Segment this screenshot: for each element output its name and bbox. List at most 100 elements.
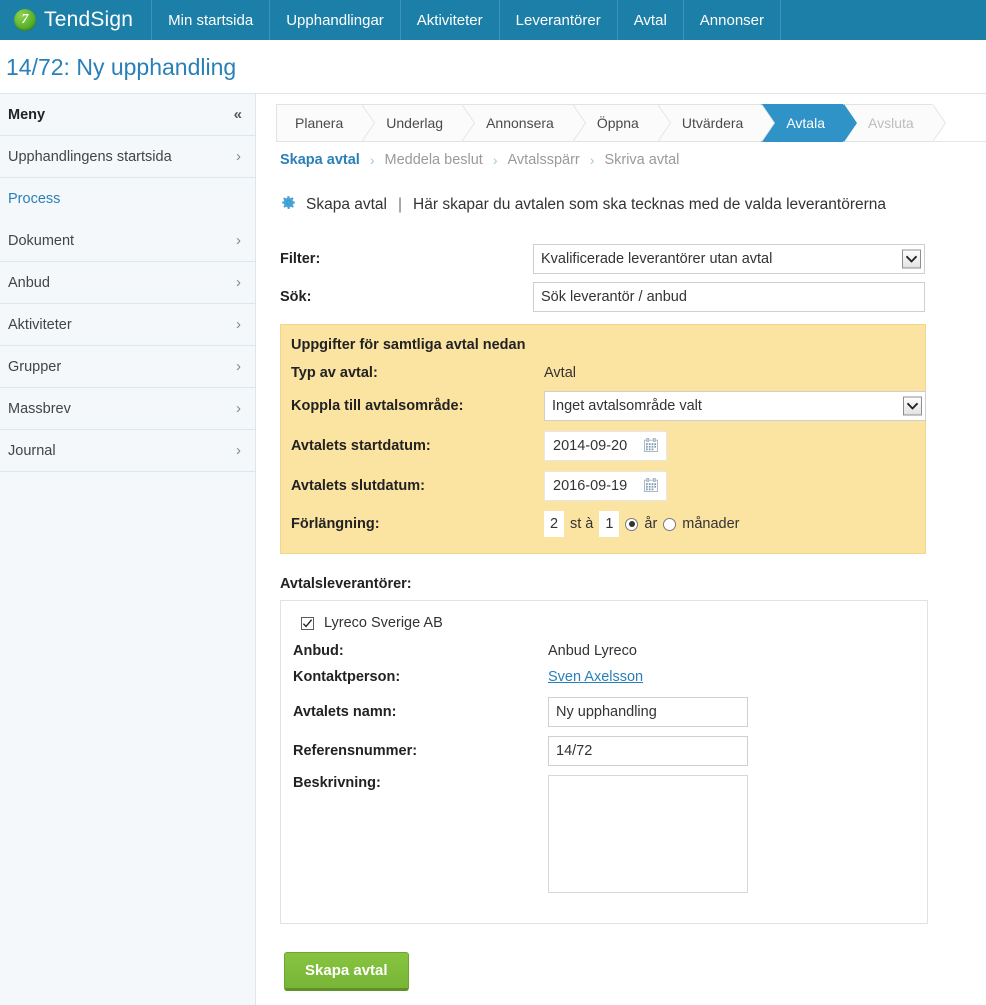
sidebar-item-dokument[interactable]: Dokument › — [0, 220, 255, 262]
contract-area-select[interactable]: Inget avtalsområde valt — [544, 391, 926, 421]
chevron-right-icon: › — [589, 152, 595, 168]
supplier-panel: Lyreco Sverige AB Anbud: Anbud Lyreco Ko… — [280, 600, 928, 924]
section-heading-title: Skapa avtal — [306, 196, 387, 213]
process-step-underlag[interactable]: Underlag — [361, 104, 475, 142]
chevron-right-icon: › — [492, 152, 498, 168]
process-steps: Planera Underlag Annonsera Öppna Utvärde… — [276, 104, 986, 142]
reference-number-label: Referensnummer: — [293, 743, 418, 759]
process-substeps: Skapa avtal › Meddela beslut › Avtalsspä… — [276, 141, 986, 178]
contract-name-label: Avtalets namn: — [293, 704, 397, 720]
nav-item-upphandlingar[interactable]: Upphandlingar — [269, 0, 400, 40]
top-navigation-bar: TendSign Min startsida Upphandlingar Akt… — [0, 0, 986, 40]
extension-unit-months-label: månader — [682, 516, 740, 532]
contract-name-row: Avtalets namn: — [293, 697, 915, 727]
nav-item-avtal[interactable]: Avtal — [616, 0, 683, 40]
reference-number-input[interactable] — [548, 736, 748, 766]
extension-unit-years-radio[interactable] — [625, 517, 639, 531]
sidebar-item-label: Process — [8, 191, 61, 207]
filter-row: Filter: Kvalificerade leverantörer utan … — [280, 244, 986, 274]
start-date-value: 2014-09-20 — [553, 438, 628, 454]
page-body: Meny « Upphandlingens startsida › Proces… — [0, 93, 986, 1005]
contact-label: Kontaktperson: — [293, 668, 401, 685]
brand-logo-link[interactable]: TendSign — [0, 0, 151, 40]
common-contract-data-panel: Uppgifter för samtliga avtal nedan Typ a… — [280, 324, 926, 554]
substep-avtalssparr: Avtalsspärr — [507, 152, 580, 168]
contract-type-row: Typ av avtal: Avtal — [291, 365, 915, 381]
description-label: Beskrivning: — [293, 775, 381, 791]
bid-label: Anbud: — [293, 643, 344, 659]
extension-label: Förlängning: — [291, 516, 380, 532]
contact-person-link[interactable]: Sven Axelsson — [548, 669, 643, 685]
substep-meddela-beslut: Meddela beslut — [384, 152, 483, 168]
filter-label: Filter: — [280, 251, 321, 267]
filter-select[interactable]: Kvalificerade leverantörer utan avtal — [533, 244, 925, 274]
end-date-value: 2016-09-19 — [553, 478, 628, 494]
nav-item-min-startsida[interactable]: Min startsida — [151, 0, 269, 40]
contact-row: Kontaktperson: Sven Axelsson — [293, 668, 915, 686]
start-date-field[interactable]: 2014-09-20 — [544, 431, 667, 461]
nav-item-annonser[interactable]: Annonser — [682, 0, 781, 40]
sidebar-item-upphandlingens-startsida[interactable]: Upphandlingens startsida › — [0, 136, 255, 178]
calendar-icon[interactable] — [644, 477, 658, 495]
sidebar-header-label: Meny — [8, 106, 46, 123]
search-input[interactable] — [533, 282, 925, 312]
sidebar-item-label: Grupper — [8, 358, 62, 375]
extension-unit-years-label: år — [644, 516, 658, 532]
start-date-label: Avtalets startdatum: — [291, 438, 431, 454]
collapse-double-chevron-icon[interactable]: « — [234, 106, 242, 123]
chevron-right-icon: › — [236, 358, 241, 375]
extension-count-input[interactable]: 2 — [544, 511, 564, 537]
gear-icon — [280, 194, 297, 216]
sidebar-item-journal[interactable]: Journal › — [0, 430, 255, 472]
sidebar-item-grupper[interactable]: Grupper › — [0, 346, 255, 388]
end-date-row: Avtalets slutdatum: 2016-09-19 — [291, 471, 915, 501]
section-heading-description: Här skapar du avtalen som ska tecknas me… — [413, 196, 887, 213]
process-step-annonsera[interactable]: Annonsera — [461, 104, 586, 142]
contract-area-row: Koppla till avtalsområde: Inget avtalsom… — [291, 391, 926, 421]
substep-skriva-avtal: Skriva avtal — [604, 152, 680, 168]
section-heading: Skapa avtal | Här skapar du avtalen som … — [276, 178, 986, 220]
sidebar-item-anbud[interactable]: Anbud › — [0, 262, 255, 304]
end-date-label: Avtalets slutdatum: — [291, 478, 426, 494]
chevron-right-icon: › — [236, 442, 241, 459]
sidebar-item-massbrev[interactable]: Massbrev › — [0, 388, 255, 430]
suppliers-section-label: Avtalsleverantörer: — [280, 576, 412, 592]
brand-name: TendSign — [44, 8, 134, 31]
sidebar-item-process[interactable]: Process — [0, 178, 255, 220]
extension-unit-months-radio[interactable] — [663, 517, 677, 531]
chevron-right-icon: › — [236, 232, 241, 249]
contract-area-label: Koppla till avtalsområde: — [291, 398, 464, 414]
extension-length-input[interactable]: 1 — [599, 511, 620, 537]
contract-type-value: Avtal — [544, 365, 576, 381]
common-panel-title: Uppgifter för samtliga avtal nedan — [291, 337, 526, 353]
extension-row: Förlängning: 2 st à 1 år månader — [291, 511, 915, 537]
nav-item-aktiviteter[interactable]: Aktiviteter — [399, 0, 499, 40]
start-date-row: Avtalets startdatum: 2014-09-20 — [291, 431, 915, 461]
contract-type-label: Typ av avtal: — [291, 365, 378, 381]
nav-item-leverantorer[interactable]: Leverantörer — [498, 0, 617, 40]
chevron-right-icon: › — [236, 400, 241, 417]
chevron-right-icon: › — [236, 316, 241, 333]
checkbox-checked-icon[interactable] — [301, 616, 314, 630]
process-step-planera[interactable]: Planera — [276, 104, 376, 142]
description-row: Beskrivning: — [293, 775, 915, 896]
description-textarea[interactable] — [548, 775, 748, 893]
heading-divider: | — [398, 196, 403, 213]
calendar-icon[interactable] — [644, 437, 658, 455]
sidebar-item-label: Massbrev — [8, 400, 71, 417]
create-contract-button[interactable]: Skapa avtal — [284, 952, 409, 991]
extension-middle-text: st à — [570, 516, 594, 532]
main-content: Planera Underlag Annonsera Öppna Utvärde… — [256, 93, 986, 1005]
bid-row: Anbud: Anbud Lyreco — [293, 643, 915, 659]
bid-value: Anbud Lyreco — [548, 643, 637, 659]
end-date-field[interactable]: 2016-09-19 — [544, 471, 667, 501]
contract-name-input[interactable] — [548, 697, 748, 727]
sidebar-item-label: Journal — [8, 442, 56, 459]
process-step-utvardera[interactable]: Utvärdera — [656, 104, 776, 142]
supplier-name: Lyreco Sverige AB — [324, 615, 443, 631]
sidebar-item-aktiviteter[interactable]: Aktiviteter › — [0, 304, 255, 346]
search-label: Sök: — [280, 289, 312, 305]
chevron-right-icon: › — [236, 148, 241, 165]
supplier-row[interactable]: Lyreco Sverige AB — [301, 615, 915, 631]
substep-skapa-avtal[interactable]: Skapa avtal — [280, 152, 360, 168]
